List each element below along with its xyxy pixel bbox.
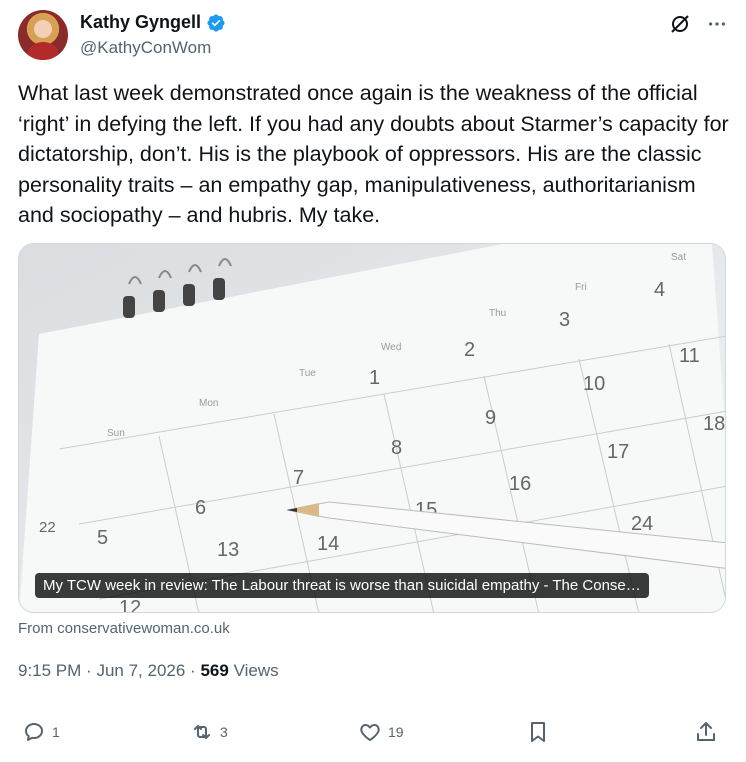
date-17: 17 [607,441,629,463]
share-button[interactable] [694,720,718,744]
date-4: 4 [654,279,665,301]
views-count: 569 [200,661,229,680]
link-card-source[interactable]: From conservativewoman.co.uk [18,620,230,637]
repost-icon [194,725,210,739]
day-label-wed: Wed [381,342,401,353]
repost-button[interactable]: 3 [190,720,228,744]
calendar-image: Sun Mon Tue Wed Thu Fri Sat 1 2 3 4 5 6 … [19,244,725,613]
day-label-sun: Sun [107,428,125,439]
repost-count: 3 [220,724,228,740]
author-handle[interactable]: @KathyConWom [80,38,211,58]
date-9: 9 [485,407,496,429]
tweet-meta: 9:15 PM · Jun 7, 2026 · 569 Views [18,661,279,681]
header-actions [668,12,728,36]
meta-separator: · [86,661,92,680]
tweet-header: Kathy Gyngell @KathyConWom [18,8,728,64]
reply-count: 1 [52,724,60,740]
more-icon[interactable] [706,13,728,35]
bookmark-icon [531,722,545,742]
date-16: 16 [509,473,531,495]
day-label-fri: Fri [575,282,587,293]
date-24: 24 [631,513,653,535]
link-card[interactable]: Sun Mon Tue Wed Thu Fri Sat 1 2 3 4 5 6 … [18,243,726,613]
tweet-text: What last week demonstrated once again i… [18,81,729,227]
avatar[interactable] [18,10,68,60]
date-18: 18 [703,413,725,435]
date-12: 12 [119,597,141,613]
day-label-thu: Thu [489,308,506,319]
date-6: 6 [195,497,206,519]
day-label-tue: Tue [299,368,316,379]
reply-button[interactable]: 1 [22,720,60,744]
tweet-actions: 1 3 19 [18,720,730,750]
share-icon [697,722,715,741]
author-name[interactable]: Kathy Gyngell [80,12,201,33]
date-11: 11 [679,345,700,367]
date-5: 5 [97,527,108,549]
views-label: Views [233,661,279,680]
like-count: 19 [388,724,404,740]
date-22: 22 [39,519,56,536]
like-icon [360,724,380,741]
tweet-date[interactable]: Jun 7, 2026 [96,661,185,680]
date-1: 1 [369,367,380,389]
author-name-line: Kathy Gyngell [80,12,226,33]
tweet-time[interactable]: 9:15 PM [18,661,81,680]
bookmark-button[interactable] [526,720,550,744]
day-label-sat: Sat [671,252,686,263]
grok-icon[interactable] [668,12,692,36]
date-14: 14 [317,533,339,555]
day-label-mon: Mon [199,398,218,409]
meta-separator: · [190,661,196,680]
date-7: 7 [293,467,304,489]
date-3: 3 [559,309,570,331]
link-card-caption[interactable]: My TCW week in review: The Labour threat… [35,573,649,598]
date-2: 2 [464,339,475,361]
date-13: 13 [217,539,239,561]
date-8: 8 [391,437,402,459]
date-10: 10 [583,373,605,395]
verified-badge-icon[interactable] [206,13,226,33]
like-button[interactable]: 19 [358,720,404,744]
reply-icon [25,723,43,741]
